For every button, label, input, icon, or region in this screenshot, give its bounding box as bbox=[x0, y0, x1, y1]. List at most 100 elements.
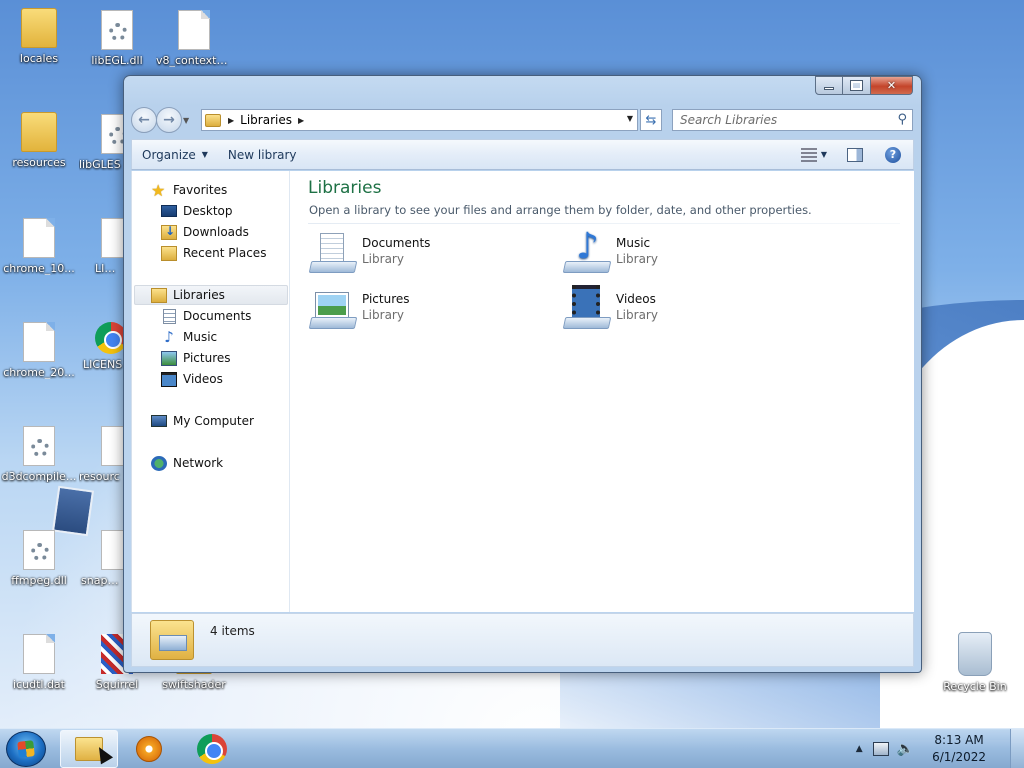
desktop-icon-recycle-bin[interactable]: Recycle Bin bbox=[937, 632, 1013, 693]
details-pane: 4 items bbox=[131, 613, 914, 667]
file-icon bbox=[178, 10, 210, 50]
forward-button[interactable]: → bbox=[156, 107, 182, 133]
desktop-icon-label: icudtl.dat bbox=[13, 678, 65, 691]
nav-desktop[interactable]: Desktop bbox=[132, 201, 233, 221]
clock-time: 8:13 AM bbox=[934, 733, 984, 747]
desktop-icon-icudtl[interactable]: icudtl.dat bbox=[1, 634, 77, 691]
desktop-icon-chrome-20[interactable]: chrome_20... bbox=[1, 322, 77, 379]
nav-label: Documents bbox=[183, 309, 252, 323]
breadcrumb-chevron-icon[interactable]: ▶ bbox=[298, 116, 304, 125]
desktop-icon-v8-context[interactable]: v8_context_... bbox=[156, 10, 232, 67]
desktop-icon-ffmpeg[interactable]: ffmpeg.dll bbox=[1, 530, 77, 587]
refresh-icon: ⇆ bbox=[645, 112, 657, 128]
nav-label: Music bbox=[183, 330, 218, 344]
library-pictures[interactable]: Pictures Library bbox=[308, 285, 538, 337]
preview-pane-icon[interactable] bbox=[847, 147, 863, 162]
nav-pictures[interactable]: Pictures bbox=[132, 348, 231, 368]
minimize-icon bbox=[824, 87, 834, 90]
desktop-icon-locales[interactable]: locales bbox=[1, 8, 77, 65]
recent-places-icon bbox=[161, 245, 177, 261]
view-options-dropdown-icon[interactable]: ▼ bbox=[821, 150, 827, 159]
network-status-icon[interactable] bbox=[872, 742, 889, 756]
desktop-icon-label: libGLES bbox=[79, 158, 121, 171]
new-library-label: New library bbox=[227, 147, 297, 162]
downloads-icon bbox=[161, 224, 177, 240]
nav-videos[interactable]: Videos bbox=[132, 369, 223, 389]
show-hidden-icons-icon[interactable]: ▲ bbox=[856, 744, 863, 754]
computer-icon bbox=[151, 415, 167, 427]
desktop-icon-label: chrome_20... bbox=[3, 366, 75, 379]
show-desktop-button[interactable] bbox=[1010, 729, 1024, 768]
desktop-icon-resources[interactable]: resources bbox=[1, 112, 77, 169]
media-player-icon bbox=[136, 736, 162, 762]
documents-library-icon bbox=[308, 229, 358, 275]
page-title: Libraries bbox=[308, 178, 382, 198]
refresh-button[interactable]: ⇆ bbox=[640, 109, 662, 131]
taskbar-explorer[interactable] bbox=[60, 730, 118, 768]
library-name: Pictures bbox=[362, 292, 410, 306]
desktop-icon-label: snapsho bbox=[81, 574, 123, 587]
system-tray: ▲ 🔈 8:13 AM 6/1/2022 bbox=[856, 729, 1024, 768]
network-icon bbox=[151, 455, 167, 471]
nav-downloads[interactable]: Downloads bbox=[132, 222, 249, 242]
desktop-icon-snapshot[interactable]: snapsho bbox=[79, 530, 133, 587]
volume-icon[interactable]: 🔈 bbox=[897, 741, 914, 757]
address-dropdown-icon[interactable]: ▼ bbox=[627, 114, 633, 123]
desktop-icon-label: d3dcompile... bbox=[1, 470, 77, 483]
nav-libraries[interactable]: Libraries bbox=[134, 285, 288, 305]
nav-recent-places[interactable]: Recent Places bbox=[132, 243, 266, 263]
minimize-button[interactable] bbox=[815, 76, 843, 95]
library-music[interactable]: ♪ Music Library bbox=[562, 227, 792, 281]
dll-file-icon bbox=[101, 10, 133, 50]
clock[interactable]: 8:13 AM 6/1/2022 bbox=[932, 732, 986, 766]
address-bar[interactable]: ▶ Libraries ▶ ▼ bbox=[201, 109, 638, 131]
desktop-icon-label: ffmpeg.dll bbox=[11, 574, 67, 587]
nav-music[interactable]: ♪ Music bbox=[132, 327, 217, 347]
divider bbox=[308, 223, 900, 224]
desktop-icon-resources-pak[interactable]: resourc bbox=[79, 426, 133, 483]
back-arrow-icon: ← bbox=[138, 112, 150, 128]
nav-documents[interactable]: Documents bbox=[132, 306, 251, 326]
maximize-icon bbox=[850, 80, 863, 91]
back-button[interactable]: ← bbox=[131, 107, 157, 133]
recent-pages-dropdown-icon[interactable]: ▼ bbox=[183, 116, 192, 125]
explorer-body: ★ Favorites Desktop Downloads Recent Pla… bbox=[131, 171, 914, 612]
chrome-icon bbox=[197, 734, 227, 764]
nav-label: My Computer bbox=[173, 414, 254, 428]
organize-button[interactable]: Organize ▼ bbox=[132, 140, 218, 169]
breadcrumb-libraries[interactable]: Libraries bbox=[240, 113, 292, 127]
desktop-icon-chrome-10[interactable]: chrome_10... bbox=[1, 218, 77, 275]
start-button[interactable] bbox=[6, 731, 46, 767]
caption-buttons: ✕ bbox=[815, 76, 913, 95]
desktop-icon-libgles[interactable]: libGLES bbox=[79, 114, 133, 171]
close-button[interactable]: ✕ bbox=[871, 76, 913, 95]
desktop-icon-label: Squirrel bbox=[95, 678, 139, 691]
breadcrumb-chevron-icon[interactable]: ▶ bbox=[228, 116, 234, 125]
library-type: Library bbox=[362, 252, 404, 266]
forward-arrow-icon: → bbox=[163, 112, 175, 128]
taskbar-media-player[interactable] bbox=[120, 730, 178, 768]
search-icon[interactable]: ⚲ bbox=[897, 112, 907, 127]
maximize-button[interactable] bbox=[843, 76, 871, 95]
content-pane: Libraries Open a library to see your fil… bbox=[291, 171, 914, 612]
page-subtitle: Open a library to see your files and arr… bbox=[309, 203, 812, 217]
desktop-icon-label: Recycle Bin bbox=[943, 680, 1007, 693]
search-input[interactable]: Search Libraries ⚲ bbox=[672, 109, 913, 131]
command-bar-right: ▼ ? bbox=[800, 140, 913, 169]
desktop-icon bbox=[161, 205, 177, 217]
videos-icon bbox=[161, 371, 177, 387]
music-note-icon: ♪ bbox=[164, 327, 174, 346]
nav-favorites[interactable]: ★ Favorites bbox=[132, 180, 227, 200]
nav-network[interactable]: Network bbox=[132, 453, 223, 473]
desktop-icon-license[interactable]: LICEN bbox=[79, 218, 133, 275]
desktop-icon-license-chrome[interactable]: LICENS bbox=[79, 322, 127, 371]
taskbar-chrome[interactable] bbox=[183, 730, 241, 768]
help-icon[interactable]: ? bbox=[885, 146, 901, 163]
nav-my-computer[interactable]: My Computer bbox=[132, 411, 254, 431]
desktop-icon-libegl[interactable]: libEGL.dll bbox=[79, 10, 155, 67]
new-library-button[interactable]: New library bbox=[218, 140, 307, 169]
library-videos[interactable]: Videos Library bbox=[562, 285, 792, 337]
library-documents[interactable]: Documents Library bbox=[308, 229, 538, 281]
change-view-icon[interactable] bbox=[800, 147, 817, 162]
desktop-icon-d3dcompiler[interactable]: d3dcompile... bbox=[1, 426, 77, 483]
